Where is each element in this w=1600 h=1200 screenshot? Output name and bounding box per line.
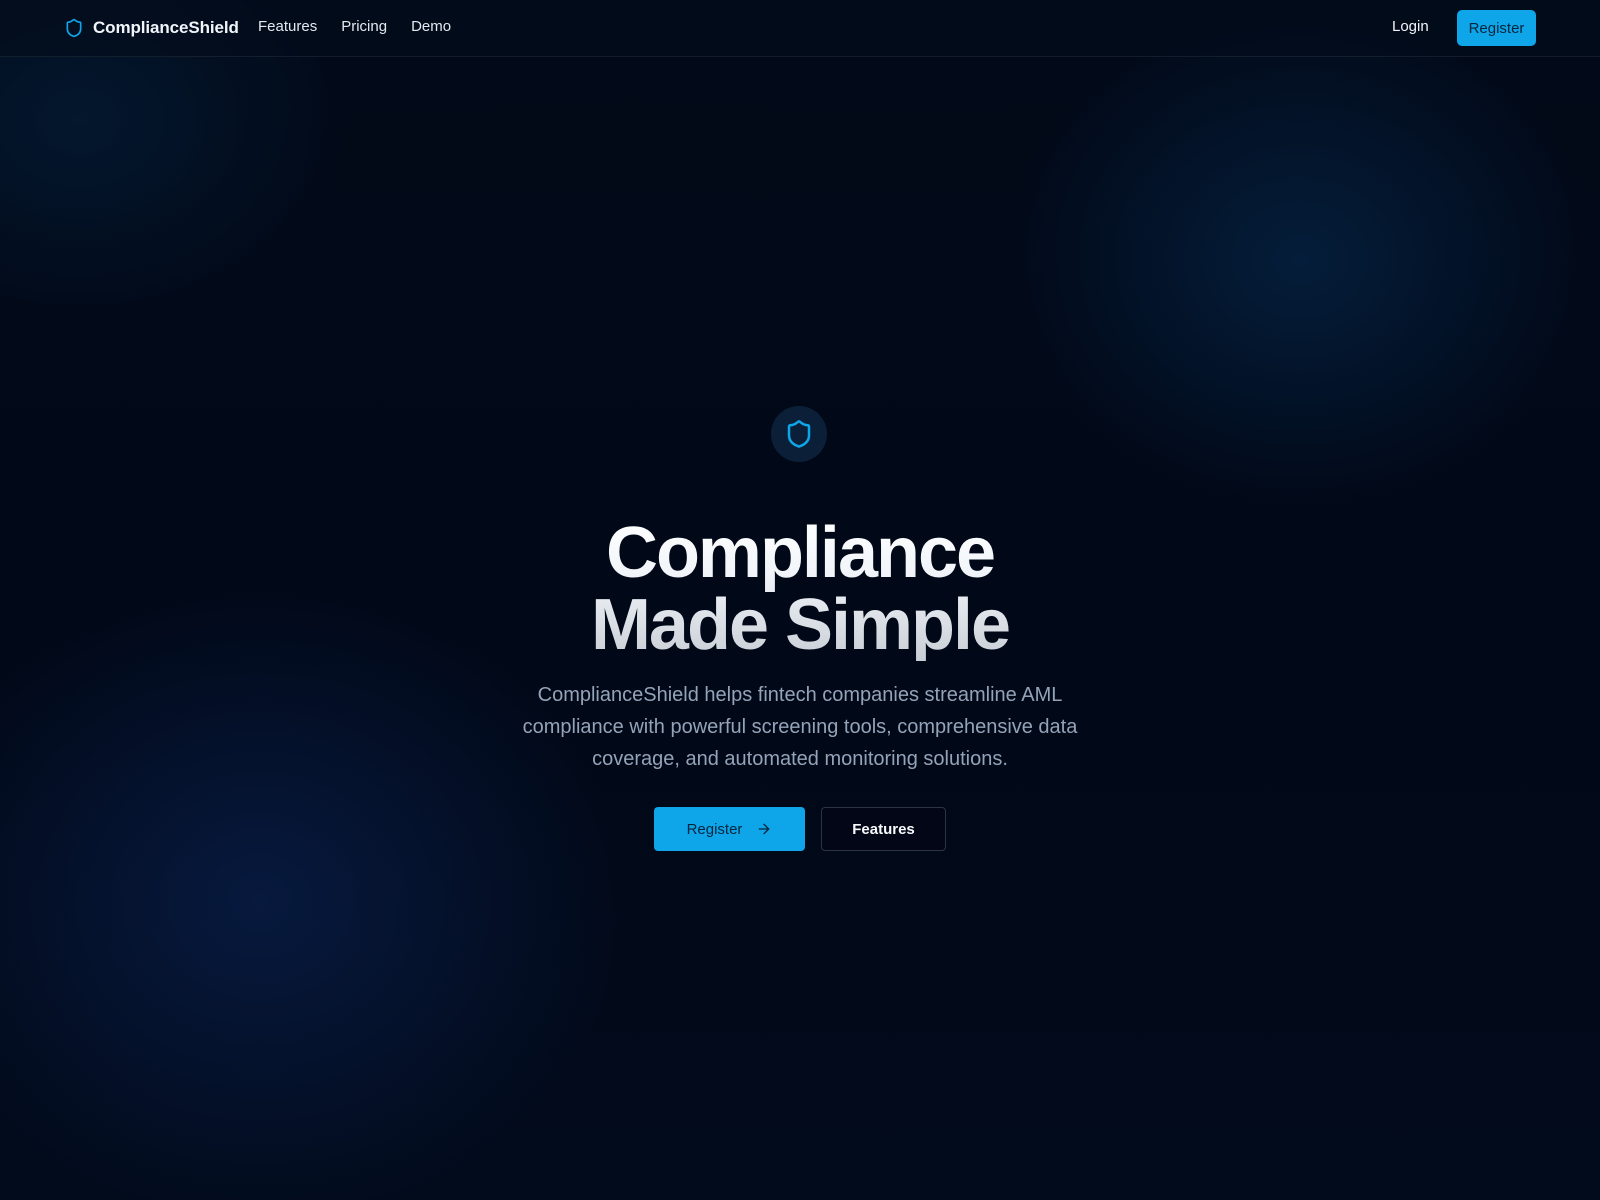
nav-link-demo[interactable]: Demo xyxy=(411,18,451,35)
top-navigation-bar: ComplianceShield Features Pricing Demo L… xyxy=(0,0,1600,57)
hero-register-button[interactable]: Register xyxy=(654,807,805,851)
brand-name: ComplianceShield xyxy=(93,18,239,37)
header-register-button[interactable]: Register xyxy=(1457,10,1536,46)
hero-subtitle: ComplianceShield helps fintech companies… xyxy=(522,684,1078,770)
nav-link-pricing[interactable]: Pricing xyxy=(341,18,387,35)
hero-features-button[interactable]: Features xyxy=(821,807,946,851)
shield-icon xyxy=(66,18,82,38)
hero-title-line-1: Compliance xyxy=(605,513,995,593)
hero-title-line-2: Made Simple xyxy=(590,585,1010,665)
hero-shield-badge xyxy=(771,406,827,462)
hero-title: Compliance Made Simple xyxy=(400,517,1200,661)
main-nav: Features Pricing Demo xyxy=(258,18,451,35)
shield-icon xyxy=(787,420,811,448)
login-link[interactable]: Login xyxy=(1392,18,1429,35)
nav-link-features[interactable]: Features xyxy=(258,18,317,35)
hero-register-label: Register xyxy=(686,820,743,838)
brand-logo[interactable]: ComplianceShield xyxy=(64,16,239,40)
arrow-right-icon xyxy=(759,823,770,835)
